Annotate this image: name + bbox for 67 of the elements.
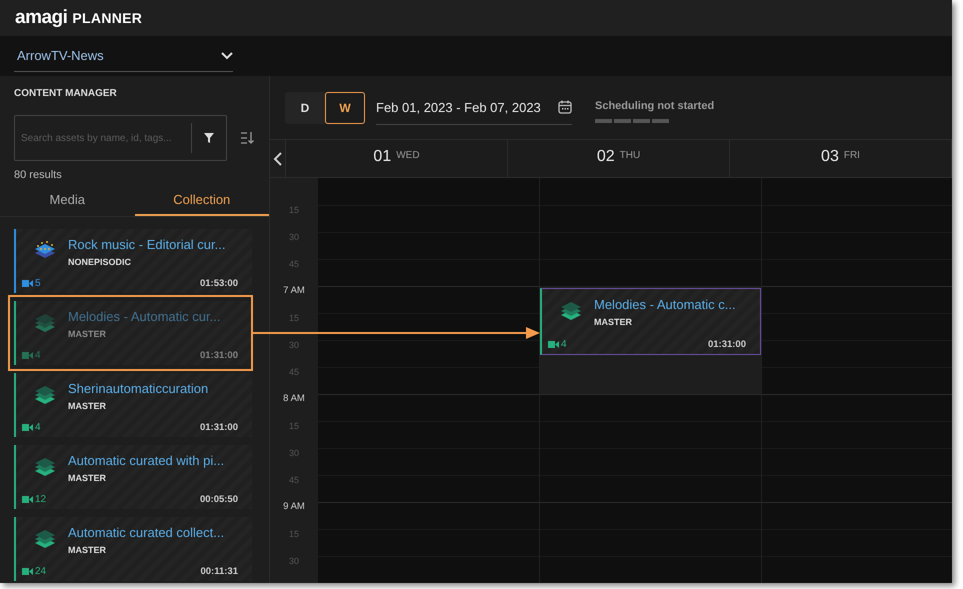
- asset-type: MASTER: [594, 317, 632, 327]
- asset-duration: 00:11:31: [200, 566, 238, 577]
- asset-type: MASTER: [68, 329, 106, 339]
- clip-count: 4: [35, 422, 41, 433]
- asset-title: Automatic curated with pi...: [68, 453, 224, 468]
- asset-type: MASTER: [68, 401, 106, 411]
- video-icon: [22, 424, 33, 431]
- asset-type: MASTER: [68, 473, 106, 483]
- view-toggle[interactable]: W: [325, 92, 365, 124]
- search-field[interactable]: Search assets by name, id, tags...: [15, 123, 191, 153]
- asset-duration: 01:31:00: [200, 422, 238, 433]
- filter-icon[interactable]: [204, 133, 214, 143]
- channel-select[interactable]: ArrowTV-News: [14, 40, 233, 72]
- asset-duration: 00:05:50: [200, 494, 238, 505]
- stack-icon: [33, 527, 57, 551]
- clip-count: 12: [35, 494, 46, 505]
- calendar-icon[interactable]: [558, 100, 572, 114]
- day-number: 01: [373, 148, 392, 166]
- weekday-label: WED: [396, 150, 420, 163]
- clip-count: 4: [35, 350, 41, 361]
- brand-logo: amagi: [15, 7, 68, 29]
- asset-type: MASTER: [68, 545, 106, 555]
- sort-icon[interactable]: [241, 132, 254, 144]
- hour-label: 7 AM: [282, 286, 306, 298]
- video-icon: [22, 280, 33, 287]
- clip-count: 5: [35, 278, 41, 289]
- stack-icon: [559, 299, 583, 323]
- stack-icon: [33, 383, 57, 407]
- asset-card[interactable]: Melodies - Automatic cur... MASTER 4 01:31:00: [14, 301, 252, 365]
- asset-duration: 01:31:00: [200, 350, 238, 361]
- clip-count: 24: [35, 566, 46, 577]
- asset-type: NONEPISODIC: [68, 257, 132, 267]
- asset-title: Melodies - Automatic cur...: [68, 309, 220, 324]
- asset-title: Melodies - Automatic c...: [594, 297, 736, 312]
- clip-count: 4: [561, 339, 567, 350]
- day-number: 02: [596, 148, 615, 166]
- search-box[interactable]: Search assets by name, id, tags...: [14, 115, 227, 161]
- asset-duration: 01:31:00: [708, 339, 746, 350]
- section-title: CONTENT MANAGER: [14, 88, 118, 99]
- results-count: 80 results: [14, 169, 63, 181]
- chevron-down-icon: [221, 52, 233, 60]
- stack-icon: [33, 311, 57, 335]
- asset-title: Rock music - Editorial cur...: [68, 237, 226, 252]
- asset-title: Automatic curated collect...: [68, 525, 224, 540]
- video-icon: [22, 352, 33, 359]
- video-icon: [22, 496, 33, 503]
- view-toggle[interactable]: D: [285, 92, 325, 124]
- hour-label: 8 AM: [282, 394, 306, 406]
- day-number: 03: [821, 148, 839, 166]
- asset-card[interactable]: Sherinautomaticcuration MASTER 4 01:31:00: [14, 373, 252, 437]
- weekday-label: FRI: [844, 150, 860, 163]
- weekday-label: THU: [620, 150, 640, 163]
- scheduling-status: Scheduling not started: [595, 100, 714, 112]
- video-icon: [22, 568, 33, 575]
- chevron-left-icon[interactable]: [273, 152, 282, 166]
- app-title: PLANNER: [72, 10, 142, 26]
- hour-label: 9 AM: [282, 502, 306, 514]
- date-range-field[interactable]: Feb 01, 2023 - Feb 07, 2023: [376, 90, 572, 125]
- asset-card[interactable]: Rock music - Editorial cur... NONEPISODIC 5 01:53:00: [14, 229, 252, 293]
- event-card[interactable]: Melodies - Automatic c... MASTER 4 01:31:00: [540, 288, 761, 355]
- asset-card[interactable]: Automatic curated with pi... MASTER 12 00:05:50: [14, 445, 252, 509]
- video-icon: [548, 341, 559, 348]
- asset-card[interactable]: Automatic curated collect... MASTER 24 00:11:31: [14, 517, 252, 581]
- asset-title: Sherinautomaticcuration: [68, 381, 208, 396]
- tab[interactable]: Media: [0, 187, 134, 216]
- stack-icon: [33, 455, 57, 479]
- asset-duration: 01:53:00: [200, 278, 238, 289]
